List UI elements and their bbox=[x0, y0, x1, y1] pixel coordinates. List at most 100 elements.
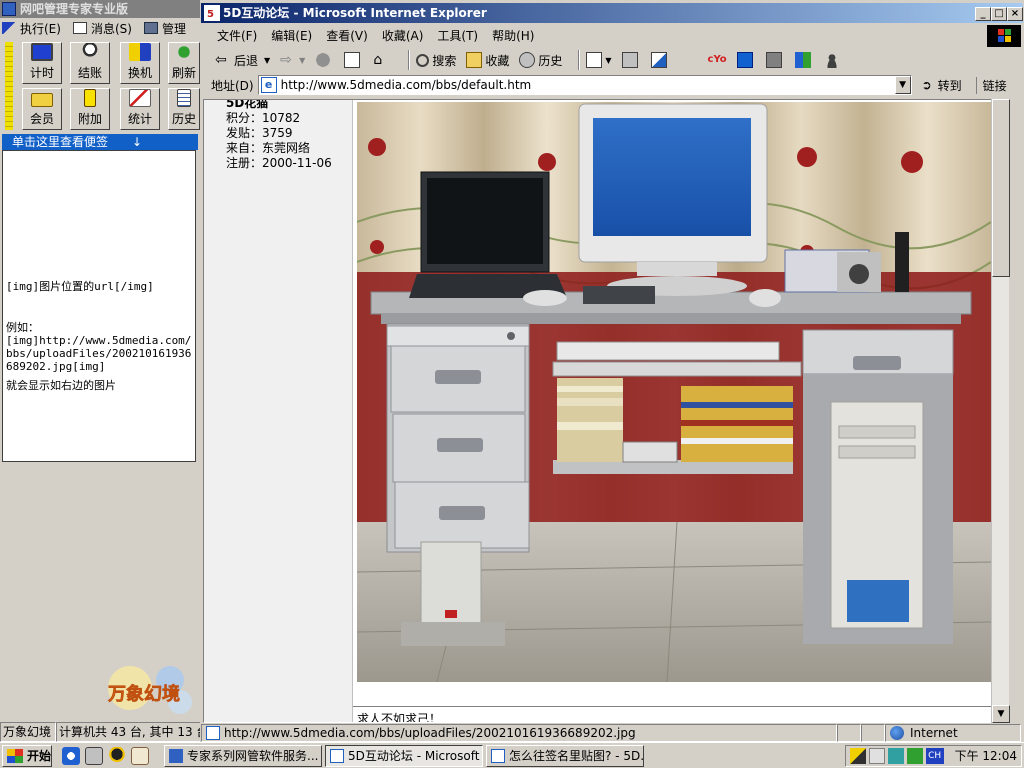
stop-button[interactable] bbox=[315, 52, 334, 68]
mail-icon bbox=[586, 52, 603, 68]
poster-posts: 发贴：3759 bbox=[226, 126, 293, 140]
statistics-button[interactable]: 统计 bbox=[120, 88, 160, 130]
address-bar: 地址(D) e http://www.5dmedia.com/bbs/defau… bbox=[201, 73, 1023, 97]
favorites-folder-icon bbox=[466, 52, 483, 68]
refresh-page-button[interactable] bbox=[344, 52, 363, 68]
address-url: http://www.5dmedia.com/bbs/default.htm bbox=[280, 78, 532, 92]
volume-icon[interactable] bbox=[868, 747, 885, 764]
tool-icon bbox=[765, 52, 782, 68]
qq-button[interactable] bbox=[736, 52, 756, 68]
menu-file[interactable]: 文件(F) bbox=[217, 27, 257, 44]
input-method-indicator[interactable]: CH bbox=[925, 747, 944, 764]
refresh-button[interactable]: 刷新 bbox=[168, 42, 200, 84]
chart-icon bbox=[129, 89, 151, 107]
computer-desk-photo[interactable] bbox=[357, 102, 991, 682]
post-divider bbox=[353, 706, 993, 707]
statistics-button-label: 统计 bbox=[127, 112, 152, 126]
stop-icon bbox=[315, 52, 332, 68]
scrollbar-thumb[interactable] bbox=[992, 99, 1010, 277]
menu-help[interactable]: 帮助(H) bbox=[492, 27, 534, 44]
history-icon bbox=[519, 52, 536, 68]
notes-textarea[interactable]: [img]图片位置的url[/img] 例如： [img]http://www.… bbox=[2, 150, 196, 462]
chevron-down-icon: ▼ bbox=[299, 55, 306, 65]
home-button[interactable]: ⌂ bbox=[373, 52, 392, 68]
show-desktop-icon[interactable] bbox=[85, 746, 103, 765]
menu-tools[interactable]: 工具(T) bbox=[437, 27, 478, 44]
menu-execute[interactable]: 执行(E) bbox=[0, 20, 61, 37]
windows-logo-icon bbox=[7, 748, 23, 763]
document-icon bbox=[177, 89, 191, 107]
menu-message[interactable]: 消息(S) bbox=[71, 20, 132, 37]
address-dropdown-button[interactable]: ▼ bbox=[894, 76, 911, 94]
edit-button[interactable] bbox=[650, 52, 670, 68]
ie-launch-icon[interactable] bbox=[62, 746, 80, 765]
timer-button[interactable]: 计时 bbox=[22, 42, 62, 84]
back-button[interactable]: ⇦ 后退 ▼ bbox=[215, 52, 270, 69]
messenger-button[interactable] bbox=[794, 52, 814, 68]
notepad-icon[interactable] bbox=[131, 746, 149, 765]
links-button[interactable]: 链接 bbox=[975, 76, 1007, 94]
ie-menubar: 文件(F) 编辑(E) 查看(V) 收藏(A) 工具(T) 帮助(H) bbox=[201, 25, 1023, 45]
history-button[interactable]: 历史 bbox=[168, 88, 200, 130]
clock[interactable]: 下午 12:04 bbox=[955, 747, 1017, 764]
qq-icon[interactable] bbox=[108, 746, 126, 765]
start-button[interactable]: 开始 bbox=[2, 744, 52, 767]
ie-toolbar: ⇦ 后退 ▼ ⇨ ▼ ⌂ 搜索 收藏 历史 ▼ cYo bbox=[201, 47, 1023, 73]
switch-machine-button[interactable]: 换机 bbox=[120, 42, 160, 84]
forward-button[interactable]: ⇨ ▼ bbox=[280, 52, 305, 68]
scroll-down-button[interactable]: ▼ bbox=[992, 705, 1010, 723]
network-icon[interactable] bbox=[887, 747, 904, 764]
menu-edit[interactable]: 编辑(E) bbox=[271, 27, 312, 44]
start-label: 开始 bbox=[27, 749, 52, 763]
maximize-button[interactable]: □ bbox=[991, 7, 1007, 21]
ie-window: 5 5D互动论坛 - Microsoft Internet Explorer _… bbox=[200, 0, 1024, 742]
monitor-tray-icon[interactable] bbox=[906, 747, 923, 764]
mail-button[interactable]: ▼ bbox=[586, 52, 612, 68]
favorites-button[interactable]: 收藏 bbox=[466, 52, 509, 69]
poster-name[interactable]: 5D花猫 bbox=[226, 100, 332, 111]
back-arrow-icon: ⇦ bbox=[215, 52, 227, 68]
menu-view[interactable]: 查看(V) bbox=[326, 27, 368, 44]
page-scrollbar[interactable]: ▼ bbox=[991, 99, 1010, 723]
member-button[interactable]: 会员 bbox=[22, 88, 62, 130]
timer-button-label: 计时 bbox=[29, 66, 54, 80]
go-button[interactable]: ➲ 转到 bbox=[922, 77, 962, 94]
task-label: 专家系列网管软件服务... bbox=[187, 749, 319, 763]
address-input[interactable]: e http://www.5dmedia.com/bbs/default.htm… bbox=[257, 75, 912, 95]
toolbar-grip[interactable] bbox=[5, 42, 13, 130]
pencil-icon[interactable] bbox=[849, 747, 866, 764]
print-button[interactable] bbox=[621, 52, 641, 68]
poster-info-pane: 5D花猫 积分：10782 发贴：3759 来自：东莞网络 注册：2000-11… bbox=[204, 100, 352, 722]
envelope-icon bbox=[72, 22, 87, 34]
left-window-titlebar[interactable]: 网吧管理专家专业版 bbox=[0, 0, 202, 18]
poster-registered: 注册：2000-11-06 bbox=[226, 156, 332, 170]
taskbar-item-ie-forum[interactable]: 5D互动论坛 - Microsoft I... bbox=[325, 744, 483, 767]
minimize-button[interactable]: _ bbox=[975, 7, 991, 21]
left-toolbar: 计时 结账 换机 刷新 会员 附加 统计 历史 bbox=[0, 38, 202, 134]
toolbar-separator bbox=[578, 50, 581, 70]
menu-favorites[interactable]: 收藏(A) bbox=[382, 27, 424, 44]
chevron-down-icon: ▼ bbox=[605, 55, 612, 65]
tool-button[interactable] bbox=[765, 52, 785, 68]
user-button[interactable] bbox=[823, 52, 843, 68]
history-button[interactable]: 历史 bbox=[519, 52, 562, 69]
taskbar-item-ie-signature[interactable]: 怎么往签名里贴图? - 5D... bbox=[486, 744, 644, 767]
yo-button[interactable]: cYo bbox=[708, 52, 727, 68]
notes-line: [img]图片位置的url[/img] bbox=[6, 280, 154, 293]
system-tray: CH 下午 12:04 bbox=[844, 744, 1022, 767]
notes-toggle-bar[interactable]: 单击这里查看便签 ↓ bbox=[2, 134, 198, 150]
refresh-icon bbox=[344, 52, 361, 68]
history-label: 历史 bbox=[538, 53, 563, 68]
menu-manage[interactable]: 管理 bbox=[142, 20, 186, 37]
home-icon: ⌂ bbox=[373, 52, 383, 68]
status-progress-cell bbox=[837, 724, 861, 742]
extra-button[interactable]: 附加 bbox=[70, 88, 110, 130]
close-button[interactable]: × bbox=[1007, 7, 1023, 21]
checkout-button[interactable]: 结账 bbox=[70, 42, 110, 84]
forward-arrow-icon: ⇨ bbox=[280, 52, 292, 68]
member-button-label: 会员 bbox=[29, 112, 54, 126]
taskbar-item-netcafe[interactable]: 专家系列网管软件服务... bbox=[164, 744, 322, 767]
ie-titlebar[interactable]: 5 5D互动论坛 - Microsoft Internet Explorer _… bbox=[201, 3, 1023, 23]
search-button[interactable]: 搜索 bbox=[416, 52, 456, 69]
quick-launch bbox=[62, 746, 154, 765]
